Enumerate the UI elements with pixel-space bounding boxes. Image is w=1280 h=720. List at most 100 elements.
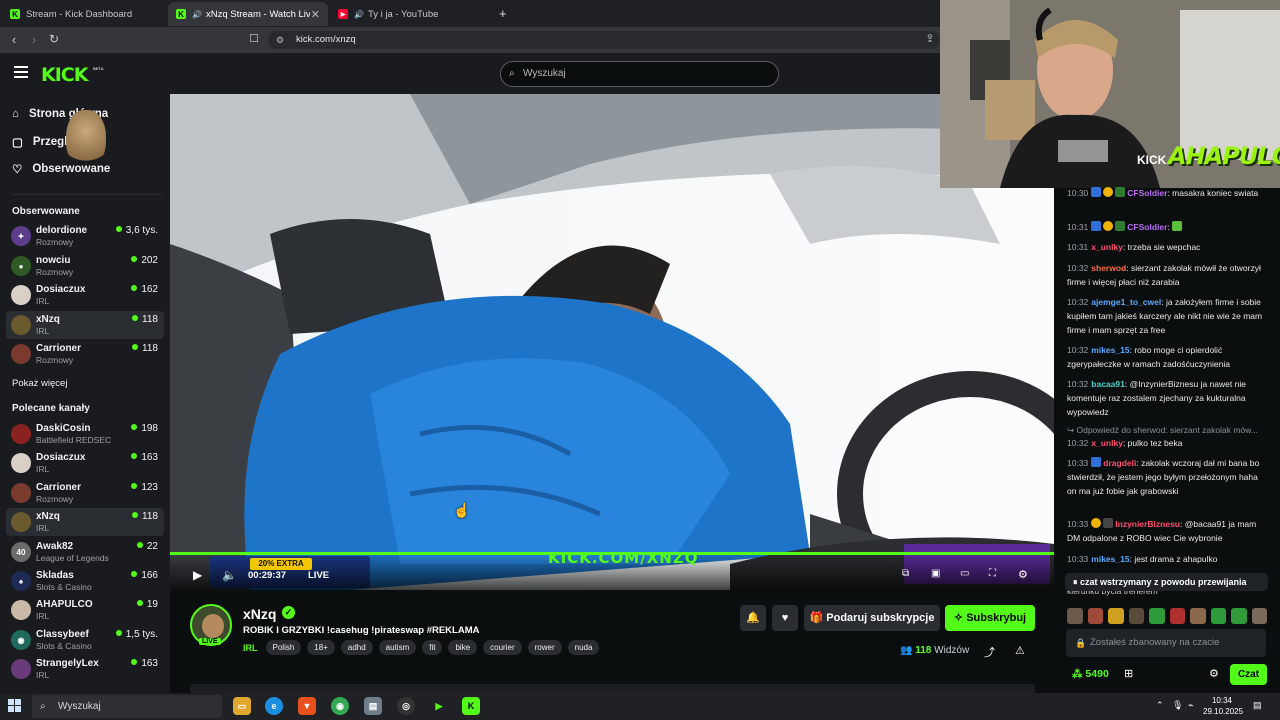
- avatar: [11, 512, 31, 532]
- tag[interactable]: adhd: [340, 640, 373, 655]
- network-icon[interactable]: ⌁: [1188, 700, 1193, 711]
- chat-settings-gear-icon[interactable]: ⚙: [1209, 667, 1219, 680]
- settings-gear-icon[interactable]: ⚙: [1018, 568, 1028, 581]
- emote-icon[interactable]: [1128, 608, 1144, 624]
- brave-browser-icon[interactable]: ▼: [298, 697, 316, 715]
- gift-subscription-button[interactable]: 🎁 Podaruj subskrypcje: [804, 605, 940, 631]
- chrome-browser-icon[interactable]: ◉: [331, 697, 349, 715]
- emote-icon[interactable]: [1067, 608, 1083, 624]
- emote-icon[interactable]: [1231, 608, 1247, 624]
- message-user[interactable]: bacaa91: [1091, 379, 1125, 389]
- tray-chevron-icon[interactable]: ⌃: [1156, 700, 1164, 711]
- chat-send-button[interactable]: Czat: [1230, 664, 1267, 685]
- message-user[interactable]: CFSoldier: [1127, 188, 1167, 198]
- show-more-link[interactable]: Pokaż więcej: [12, 378, 67, 389]
- category-link[interactable]: IRL: [243, 643, 258, 653]
- emote-icon[interactable]: [1169, 608, 1185, 624]
- tag[interactable]: nuda: [567, 640, 600, 655]
- follow-heart-button[interactable]: ♥: [772, 605, 798, 631]
- recommended-channel[interactable]: DaskiCosin Battlefield REDSEC 198: [6, 420, 164, 448]
- bookmark-icon[interactable]: ☐: [246, 32, 262, 45]
- followed-channel[interactable]: ✦ delordione Rozmowy 3,6 tys.: [6, 222, 164, 250]
- subscribe-button[interactable]: ✧ Subskrybuj: [945, 605, 1035, 631]
- theater-mode-icon[interactable]: ▭: [960, 568, 969, 579]
- recommended-channel[interactable]: 40 Awak82 League of Legends 22: [6, 538, 164, 566]
- pip-icon[interactable]: ⧉: [902, 568, 909, 579]
- taskbar-search[interactable]: ⌕ Wyszukaj: [32, 695, 222, 718]
- url-field[interactable]: ⚙ kick.com/xnzq: [268, 31, 940, 49]
- tab-xnzq-stream[interactable]: K 🔊 xNzq Stream - Watch Live on ✕: [168, 2, 328, 26]
- recommended-channel[interactable]: StrangelyLex IRL 163: [6, 655, 164, 683]
- obs-icon[interactable]: ◎: [397, 697, 415, 715]
- notifications-icon[interactable]: ▤: [1253, 700, 1262, 711]
- message-user[interactable]: x_unlky: [1091, 242, 1123, 252]
- message-user[interactable]: ajemge1_to_cwel: [1091, 297, 1161, 307]
- emote-icon[interactable]: [1251, 608, 1267, 624]
- edge-browser-icon[interactable]: e: [265, 697, 283, 715]
- followed-channel[interactable]: Dosiaczux IRL 162: [6, 281, 164, 309]
- reload-icon[interactable]: ↻: [46, 32, 62, 46]
- chat-input[interactable]: 🔒 Zostałeś zbanowany na czacie: [1066, 629, 1266, 657]
- message-user[interactable]: CFSoldier: [1127, 222, 1167, 232]
- streaming-app-icon[interactable]: ▶: [430, 697, 448, 715]
- tag[interactable]: 18+: [307, 640, 335, 655]
- share-icon[interactable]: ⤴: [984, 644, 995, 660]
- message-user[interactable]: InzynierBiznesu: [1115, 519, 1180, 529]
- recommended-channel[interactable]: ◉ Classybeef Slots & Casino 1,5 tys.: [6, 626, 164, 654]
- app-icon[interactable]: ▤: [364, 697, 382, 715]
- kick-logo[interactable]: KICK: [41, 64, 88, 86]
- microphone-icon[interactable]: 🎙: [1172, 700, 1183, 711]
- emote-icon[interactable]: [1149, 608, 1165, 624]
- message-user[interactable]: dragdeli: [1103, 458, 1136, 468]
- channel-points[interactable]: ⁂ 5490: [1072, 668, 1109, 680]
- file-explorer-icon[interactable]: ▭: [233, 697, 251, 715]
- tag[interactable]: autism: [378, 640, 417, 655]
- clip-icon[interactable]: ▣: [931, 568, 940, 579]
- recommended-channel[interactable]: ♠ Skladas Slots & Casino 166: [6, 567, 164, 595]
- play-icon[interactable]: ▶: [193, 568, 202, 582]
- message-user[interactable]: sherwod: [1091, 263, 1126, 273]
- close-tab-icon[interactable]: ✕: [311, 8, 320, 21]
- tag[interactable]: rower: [527, 640, 562, 655]
- emote-icon[interactable]: [1087, 608, 1103, 624]
- tag[interactable]: Polish: [265, 640, 302, 655]
- site-info-icon[interactable]: ⚙: [276, 31, 284, 49]
- tag[interactable]: bike: [448, 640, 478, 655]
- tab-kick-dashboard[interactable]: K Stream - Kick Dashboard: [2, 2, 168, 26]
- notification-bell-button[interactable]: 🔔: [740, 605, 766, 631]
- report-icon[interactable]: ⚠: [1015, 644, 1025, 657]
- taskbar-clock[interactable]: 10:34 29.10.2025: [1203, 695, 1243, 717]
- recommended-channel[interactable]: Carrioner Rozmowy 123: [6, 479, 164, 507]
- gift-icon[interactable]: ⊞: [1124, 667, 1133, 680]
- tag[interactable]: courier: [483, 640, 522, 655]
- menu-icon[interactable]: [14, 66, 28, 78]
- tag[interactable]: fit: [422, 640, 443, 655]
- followed-channel[interactable]: Carrioner Rozmowy 118: [6, 340, 164, 368]
- kick-app-icon[interactable]: K: [462, 697, 480, 715]
- recommended-channel[interactable]: AHAPULCO IRL 19: [6, 596, 164, 624]
- followed-channel[interactable]: ● nowciu Rozmowy 202: [6, 252, 164, 280]
- windows-start-icon[interactable]: [8, 699, 22, 713]
- emote-icon[interactable]: [1190, 608, 1206, 624]
- search-input[interactable]: ⌕ Wyszukaj: [500, 61, 779, 87]
- emote-icon[interactable]: [1108, 608, 1124, 624]
- viewer-count: 19: [136, 599, 158, 610]
- volume-icon[interactable]: 🔈: [222, 568, 237, 582]
- message-user[interactable]: x_unlky: [1091, 438, 1123, 448]
- recommended-channel-selected[interactable]: xNzq IRL 118: [6, 508, 164, 536]
- forward-icon[interactable]: ›: [26, 32, 42, 47]
- fullscreen-icon[interactable]: ⛶: [989, 568, 996, 579]
- emote-icon[interactable]: [1210, 608, 1226, 624]
- followed-channel-selected[interactable]: xNzq IRL 118: [6, 311, 164, 339]
- chat-paused-banner[interactable]: ⏸ czat wstrzymany z powodu przewijania: [1065, 573, 1268, 591]
- back-icon[interactable]: ‹: [6, 32, 22, 47]
- channel-name[interactable]: xNzq: [243, 606, 276, 622]
- message-user[interactable]: mikes_15: [1091, 345, 1129, 355]
- message-user[interactable]: mikes_15: [1091, 554, 1129, 564]
- recommended-channel[interactable]: Dosiaczux IRL 163: [6, 449, 164, 477]
- video-player[interactable]: [170, 94, 1054, 590]
- tab-youtube[interactable]: ▶ 🔊 Ty i ja - YouTube: [330, 2, 492, 26]
- chat-reply-context[interactable]: ↪ Odpowiedź do sherwod: sierzant zakolak…: [1067, 423, 1267, 437]
- share-icon[interactable]: ⇪: [922, 32, 938, 45]
- new-tab-icon[interactable]: +: [499, 6, 507, 21]
